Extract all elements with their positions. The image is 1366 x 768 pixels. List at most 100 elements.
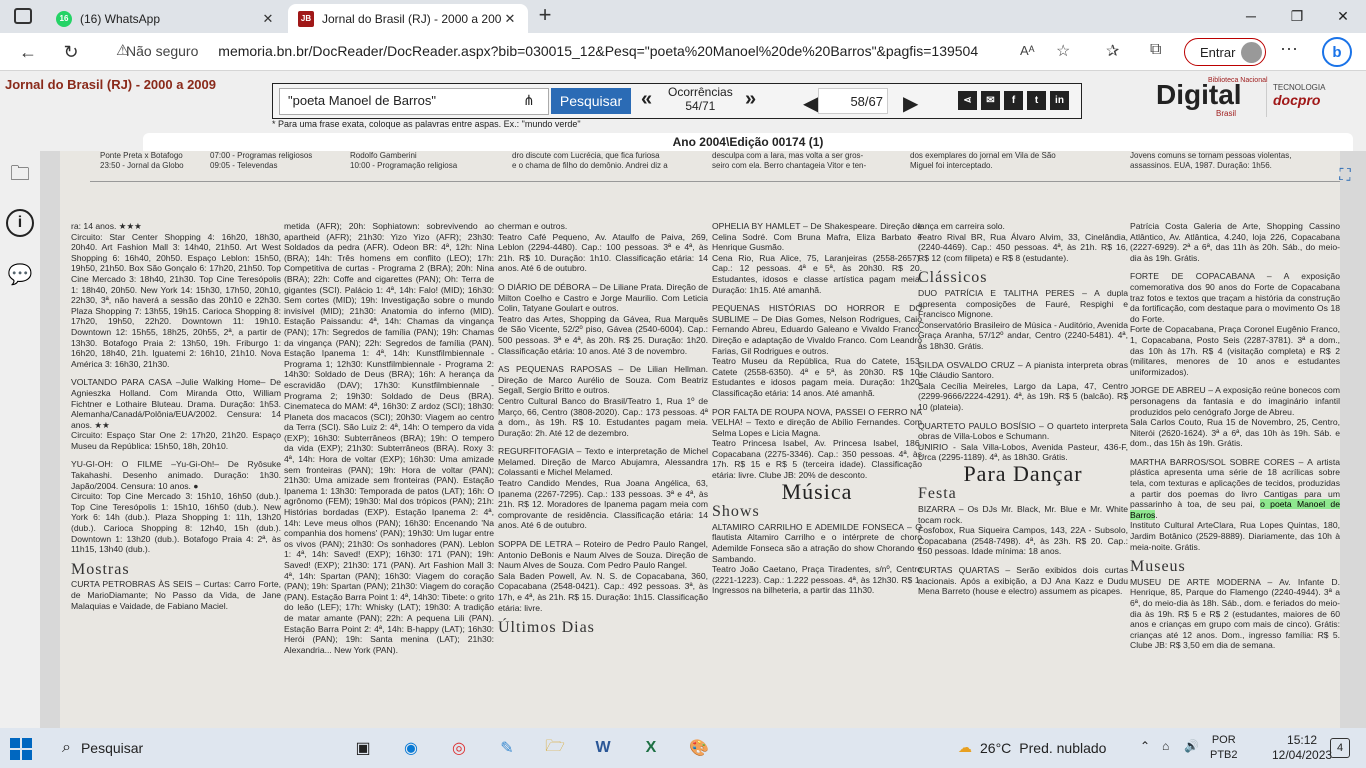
clock[interactable]: 15:12 12/04/2023 — [1272, 733, 1332, 763]
tv-listing: dos exemplares do jornal em Vila de São … — [910, 151, 1056, 170]
article-martha-barros: MARTHA BARROS/SOL SOBRE CORES – A artist… — [1130, 457, 1340, 552]
notifications-icon[interactable]: 4 — [1330, 738, 1350, 758]
tv-listing: desculpa com a Iara, mas volta a ser gro… — [712, 151, 867, 170]
word-icon[interactable]: W — [585, 734, 621, 762]
prev-occurrence-icon[interactable]: « — [641, 88, 652, 111]
page-total: /67 — [864, 94, 883, 109]
article-text: cherman e outros. Teatro Café Pequeno, A… — [498, 221, 708, 274]
taskbar-search-label: Pesquisar — [80, 740, 144, 756]
taskbar: ⌕ Pesquisar ▣ ◉ ◎ ✎ 🗁 W X 🎨 ☁ 26°C Pred.… — [0, 728, 1366, 768]
article-text: lança em carreira solo. Teatro Rival BR,… — [918, 221, 1128, 263]
twitter-icon[interactable]: t — [1027, 91, 1046, 110]
article-text: REGURFITOFAGIA – Texto e interpretação d… — [498, 446, 708, 531]
read-aloud-icon[interactable]: Aᴬ — [1020, 43, 1035, 58]
collections-icon[interactable]: ⧉ — [1150, 41, 1161, 59]
section-heading: Clássicos — [918, 269, 988, 287]
email-icon[interactable]: ✉ — [981, 91, 1000, 110]
share-icon[interactable]: ⋔ — [523, 92, 535, 109]
article-text: QUARTETO PAULO BOSÍSIO – O quarteto inte… — [918, 420, 1128, 463]
logo-brasil: Brasil — [1216, 109, 1237, 118]
comments-icon[interactable]: 💬 — [5, 259, 35, 289]
search-icon: ⌕ — [62, 739, 71, 756]
linkedin-icon[interactable]: in — [1050, 91, 1069, 110]
minimize-icon[interactable]: ─ — [1228, 0, 1274, 33]
article-text: POR FALTA DE ROUPA NOVA, PASSEI O FERRO … — [712, 406, 922, 481]
tv-listing: Rodolfo Gamberini 10:00 - Programação re… — [350, 151, 458, 170]
folder-icon[interactable]: 🗀 — [5, 161, 35, 191]
notepad-icon[interactable]: ✎ — [489, 734, 525, 762]
refresh-icon[interactable]: ↻ — [58, 40, 84, 64]
task-view-icon[interactable]: ▣ — [345, 734, 381, 762]
article-text: CURTAS QUARTAS – Serão exibidos dois cur… — [918, 565, 1128, 597]
network-icon[interactable]: ⌂ — [1162, 739, 1169, 753]
tray-chevron-icon[interactable]: ⌃ — [1140, 739, 1150, 753]
next-page-icon[interactable]: ▶ — [903, 91, 918, 116]
article-text: metida (AFR); 20h: Sophiatown: sobrevive… — [284, 221, 494, 655]
favorites-icon[interactable]: ✰ — [1106, 41, 1119, 61]
paint-icon[interactable]: 🎨 — [681, 734, 717, 762]
tv-listing: Jovens comuns se tornam pessoas violenta… — [1130, 151, 1292, 170]
article-text: . Instituto Cultural ArteClara, Rua Lope… — [1130, 509, 1340, 552]
prev-page-icon[interactable]: ◀ — [803, 91, 818, 116]
article-text: JORGE DE ABREU – A exposição reúne bonec… — [1130, 385, 1340, 449]
tab-jornal-do-brasil[interactable]: JB Jornal do Brasil (RJ) - 2000 a 2009 ✕ — [288, 4, 528, 33]
tab-title: (16) WhatsApp — [80, 11, 161, 26]
add-favorite-icon[interactable]: ☆ — [1056, 41, 1070, 61]
bing-chat-icon[interactable]: b — [1322, 37, 1352, 67]
share-icon[interactable]: ⋖ — [958, 91, 977, 110]
weather-desc: Pred. nublado — [1019, 739, 1107, 756]
page-number-input[interactable]: 58/67 — [818, 88, 888, 114]
excel-icon[interactable]: X — [633, 734, 669, 762]
file-explorer-icon[interactable]: 🗁 — [537, 734, 573, 762]
windows-start-icon[interactable] — [10, 738, 32, 760]
article-text: FORTE DE COPACABANA – A exposição comemo… — [1130, 271, 1340, 377]
new-tab-button[interactable]: + — [533, 2, 557, 28]
article-text: ALTAMIRO CARRILHO E ADEMILDE FONSECA – O… — [712, 521, 922, 596]
page-title: Jornal do Brasil (RJ) - 2000 a 2009 — [5, 77, 216, 92]
volume-icon[interactable]: 🔊 — [1184, 739, 1199, 753]
close-tab-icon[interactable]: ✕ — [260, 11, 276, 27]
search-input[interactable]: "poeta Manoel de Barros" — [279, 88, 549, 115]
tv-listing: Ponte Preta x Botafogo 23:50 - Jornal da… — [100, 151, 184, 170]
maximize-icon[interactable]: ❐ — [1274, 0, 1320, 33]
next-occurrence-icon[interactable]: » — [745, 88, 756, 111]
tab-whatsapp[interactable]: 16 (16) WhatsApp ✕ — [46, 4, 286, 33]
section-heading: Últimos Dias — [498, 619, 595, 637]
info-icon[interactable]: i — [6, 209, 34, 237]
url-text: memoria.bn.br/DocReader/DocReader.aspx?b… — [218, 43, 979, 59]
logo-sub: Biblioteca Nacional — [1208, 77, 1268, 84]
close-window-icon[interactable]: ✕ — [1320, 0, 1366, 33]
docpro-logo[interactable]: TECNOLOGIA docpro — [1266, 83, 1366, 117]
lang-code: POR — [1211, 734, 1236, 746]
page-current: 58 — [850, 94, 865, 109]
column-theater: cherman e outros. Teatro Café Pequeno, A… — [498, 221, 708, 728]
article-text: GILDA OSVALDO CRUZ – A pianista interpre… — [918, 359, 1128, 412]
language-indicator[interactable]: POR PTB2 — [1210, 733, 1238, 763]
occurrences: Ocorrências 54/71 — [668, 85, 733, 113]
signin-button[interactable]: Entrar — [1184, 38, 1266, 66]
weather-widget[interactable]: ☁ 26°C Pred. nublado — [958, 739, 1106, 756]
search-button[interactable]: Pesquisar — [551, 88, 631, 114]
article-text: MUSEU DE ARTE MODERNA – Av. Infante D. H… — [1130, 576, 1340, 651]
article-text: YU-GI-OH: O FILME –Yu-Gi-Oh!– De Ryôsuke… — [71, 459, 281, 555]
bn-favicon-icon: JB — [298, 10, 314, 27]
article-text: CURTA PETROBRAS ÀS SEIS – Curtas: Carro … — [71, 579, 281, 611]
signin-label: Entrar — [1200, 44, 1236, 60]
edge-icon[interactable]: ◉ — [393, 734, 429, 762]
tab-actions-icon[interactable] — [14, 8, 32, 24]
newspaper-page[interactable]: Ponte Preta x Botafogo 23:50 - Jornal da… — [60, 151, 1340, 728]
cloud-icon: ☁ — [958, 739, 972, 755]
column-exhibitions: Patrícia Costa Galeria de Arte, Shopping… — [1130, 221, 1340, 728]
back-icon[interactable]: ← — [15, 40, 41, 64]
edition-label: Ano 2004\Edição 00174 (1) — [143, 133, 1353, 151]
bn-digital-logo[interactable]: Digital Biblioteca Nacional Brasil — [1156, 77, 1268, 118]
more-icon[interactable]: ⋯ — [1280, 39, 1298, 60]
fullscreen-icon[interactable]: ⛶ — [1332, 163, 1358, 189]
taskbar-search[interactable]: ⌕ Pesquisar — [48, 728, 348, 768]
close-tab-icon[interactable]: ✕ — [502, 11, 518, 27]
article-text: SOPPA DE LETRA – Roteiro de Pedro Paulo … — [498, 539, 708, 613]
url-field[interactable]: Não seguro memoria.bn.br/DocReader/DocRe… — [126, 43, 978, 59]
column-festival: metida (AFR); 20h: Sophiatown: sobrevive… — [284, 221, 494, 728]
facebook-icon[interactable]: f — [1004, 91, 1023, 110]
chrome-icon[interactable]: ◎ — [441, 734, 477, 762]
